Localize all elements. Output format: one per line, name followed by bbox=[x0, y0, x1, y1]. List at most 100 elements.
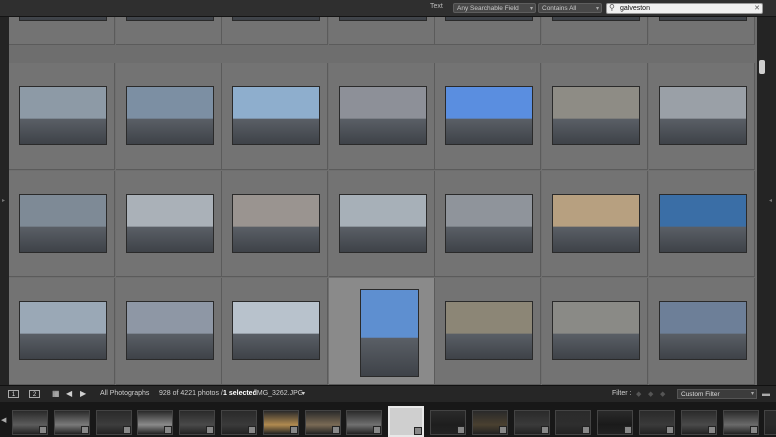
filter-flag-icon[interactable]: ◆ bbox=[636, 390, 641, 398]
photo-thumbnail[interactable] bbox=[552, 17, 640, 21]
grid-cell[interactable] bbox=[649, 63, 755, 170]
search-icon[interactable]: ⚲ bbox=[609, 3, 615, 12]
filter-lock-icon[interactable]: ▬ bbox=[762, 389, 770, 398]
expand-left-panel-icon[interactable]: ▸ bbox=[2, 197, 5, 204]
filter-color-icon[interactable]: ◆ bbox=[660, 390, 665, 398]
grid-cell[interactable] bbox=[329, 17, 435, 45]
photo-thumbnail[interactable] bbox=[19, 86, 107, 145]
left-panel-collapsed[interactable]: ▸ bbox=[0, 17, 9, 385]
grid-view-icon[interactable]: ▦ bbox=[52, 389, 60, 398]
primary-window-button[interactable]: 1 bbox=[8, 390, 19, 398]
grid-cell[interactable] bbox=[9, 17, 115, 45]
grid-cell[interactable] bbox=[116, 278, 222, 385]
filmstrip-thumbnail[interactable] bbox=[179, 410, 216, 435]
filename-menu-icon[interactable]: ▾ bbox=[302, 390, 305, 397]
filmstrip-thumbnail[interactable] bbox=[137, 410, 174, 435]
filmstrip-thumbnail[interactable] bbox=[639, 410, 675, 435]
grid-cell[interactable] bbox=[542, 17, 648, 45]
search-input[interactable] bbox=[620, 4, 745, 13]
grid-cell[interactable] bbox=[222, 171, 328, 277]
grid-cell[interactable] bbox=[649, 278, 755, 385]
grid-cell[interactable] bbox=[649, 171, 755, 277]
filmstrip-thumbnail[interactable] bbox=[304, 410, 341, 435]
photo-thumbnail[interactable] bbox=[232, 17, 320, 21]
filmstrip-thumbnail[interactable] bbox=[262, 410, 299, 435]
filter-preset-dropdown[interactable]: Custom Filter ▾ bbox=[677, 389, 757, 399]
back-arrow-icon[interactable]: ◀ bbox=[66, 389, 72, 398]
photo-thumbnail[interactable] bbox=[126, 194, 214, 253]
grid-cell[interactable] bbox=[222, 278, 328, 385]
selected-filename[interactable]: /IMG_3262.JPG bbox=[253, 390, 303, 397]
photo-thumbnail[interactable] bbox=[232, 301, 320, 360]
grid-cell[interactable] bbox=[329, 278, 435, 385]
match-rule-dropdown[interactable]: Contains All ▾ bbox=[538, 3, 602, 13]
filmstrip-thumbnail[interactable] bbox=[722, 410, 759, 435]
filmstrip-thumbnail[interactable] bbox=[680, 410, 717, 435]
photo-thumbnail[interactable] bbox=[445, 301, 533, 360]
grid-cell[interactable] bbox=[116, 17, 222, 45]
filmstrip-thumbnail[interactable] bbox=[53, 410, 90, 435]
photo-thumbnail[interactable] bbox=[552, 194, 640, 253]
photo-thumbnail[interactable] bbox=[19, 194, 107, 253]
filmstrip-thumbnail[interactable] bbox=[346, 410, 383, 435]
photo-thumbnail[interactable] bbox=[232, 194, 320, 253]
grid-cell[interactable] bbox=[116, 63, 222, 170]
filmstrip-left-arrow-icon[interactable]: ◀ bbox=[1, 416, 6, 424]
forward-arrow-icon[interactable]: ▶ bbox=[80, 389, 86, 398]
filmstrip-thumbnail[interactable] bbox=[471, 410, 508, 435]
grid-cell[interactable] bbox=[9, 171, 115, 277]
photo-thumbnail[interactable] bbox=[339, 194, 427, 253]
grid-cell[interactable] bbox=[222, 63, 328, 170]
photo-thumbnail[interactable] bbox=[19, 17, 107, 21]
photo-thumbnail[interactable] bbox=[445, 86, 533, 145]
grid-cell[interactable] bbox=[222, 17, 328, 45]
filmstrip-thumbnail[interactable] bbox=[430, 410, 466, 435]
grid-cell[interactable] bbox=[329, 63, 435, 170]
grid-cell[interactable] bbox=[435, 171, 541, 277]
grid-scrollbar-thumb[interactable] bbox=[759, 60, 765, 74]
grid-cell[interactable] bbox=[542, 171, 648, 277]
photo-thumbnail[interactable] bbox=[552, 301, 640, 360]
photo-thumbnail[interactable] bbox=[445, 17, 533, 21]
photo-thumbnail[interactable] bbox=[659, 301, 747, 360]
filmstrip-thumbnail[interactable] bbox=[555, 410, 592, 435]
grid-cell[interactable] bbox=[435, 278, 541, 385]
photo-thumbnail[interactable] bbox=[360, 289, 419, 377]
filter-rating-icon[interactable]: ◆ bbox=[648, 390, 653, 398]
grid-cell[interactable] bbox=[435, 17, 541, 45]
grid-cell[interactable] bbox=[9, 63, 115, 170]
searchable-field-dropdown[interactable]: Any Searchable Field ▾ bbox=[453, 3, 536, 13]
photo-thumbnail[interactable] bbox=[339, 17, 427, 21]
grid-cell[interactable] bbox=[649, 17, 755, 45]
photo-thumbnail[interactable] bbox=[659, 86, 747, 145]
clear-search-icon[interactable]: ✕ bbox=[754, 4, 760, 12]
expand-right-panel-icon[interactable]: ◂ bbox=[769, 197, 772, 204]
grid-cell[interactable] bbox=[542, 278, 648, 385]
filmstrip-thumbnail[interactable] bbox=[221, 410, 257, 435]
photo-thumbnail[interactable] bbox=[339, 86, 427, 145]
photo-thumbnail[interactable] bbox=[126, 301, 214, 360]
grid-cell[interactable] bbox=[435, 63, 541, 170]
grid-cell[interactable] bbox=[116, 171, 222, 277]
filmstrip-thumbnail[interactable] bbox=[12, 410, 48, 435]
edited-badge-icon bbox=[39, 426, 47, 434]
photo-thumbnail[interactable] bbox=[126, 17, 214, 21]
filmstrip-thumbnail[interactable] bbox=[388, 406, 425, 437]
source-label[interactable]: All Photographs bbox=[100, 390, 149, 397]
filmstrip-thumbnail[interactable] bbox=[95, 410, 132, 435]
search-box[interactable]: ⚲ ✕ bbox=[606, 3, 763, 14]
grid-cell[interactable] bbox=[9, 278, 115, 385]
filmstrip-thumbnail[interactable] bbox=[513, 410, 550, 435]
photo-thumbnail[interactable] bbox=[659, 17, 747, 21]
photo-thumbnail[interactable] bbox=[445, 194, 533, 253]
secondary-window-button[interactable]: 2 bbox=[29, 390, 40, 398]
photo-thumbnail[interactable] bbox=[552, 86, 640, 145]
photo-thumbnail[interactable] bbox=[659, 194, 747, 253]
photo-thumbnail[interactable] bbox=[126, 86, 214, 145]
grid-cell[interactable] bbox=[329, 171, 435, 277]
grid-cell[interactable] bbox=[542, 63, 648, 170]
photo-thumbnail[interactable] bbox=[19, 301, 107, 360]
filmstrip-thumbnail[interactable] bbox=[597, 410, 634, 435]
photo-thumbnail[interactable] bbox=[232, 86, 320, 145]
filmstrip-thumbnail[interactable] bbox=[764, 410, 776, 435]
